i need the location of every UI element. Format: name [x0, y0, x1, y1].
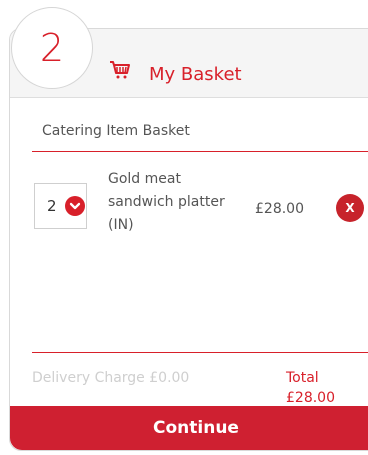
close-icon: X	[345, 201, 355, 215]
quantity-value: 2	[47, 197, 57, 215]
item-name: Gold meat sandwich platter (IN)	[108, 171, 225, 233]
basket-title: My Basket	[149, 64, 242, 85]
summary-divider	[32, 352, 368, 353]
basket-total: Total £28.00	[286, 370, 335, 406]
item-price: £28.00	[255, 201, 304, 217]
section-title: Catering Item Basket	[42, 123, 190, 139]
section-divider	[32, 151, 368, 152]
delivery-charge: Delivery Charge £0.00	[32, 370, 190, 386]
step-indicator: 2	[11, 7, 93, 89]
checkout-basket-screen: 2 My Basket Catering Item Basket 2 Gold …	[0, 0, 368, 455]
step-number: 2	[39, 26, 65, 70]
remove-item-button[interactable]: X	[336, 194, 364, 222]
basket-icon	[110, 61, 130, 79]
continue-button[interactable]: Continue	[10, 406, 368, 450]
quantity-select[interactable]: 2	[34, 183, 87, 229]
chevron-down-icon[interactable]	[65, 196, 85, 216]
